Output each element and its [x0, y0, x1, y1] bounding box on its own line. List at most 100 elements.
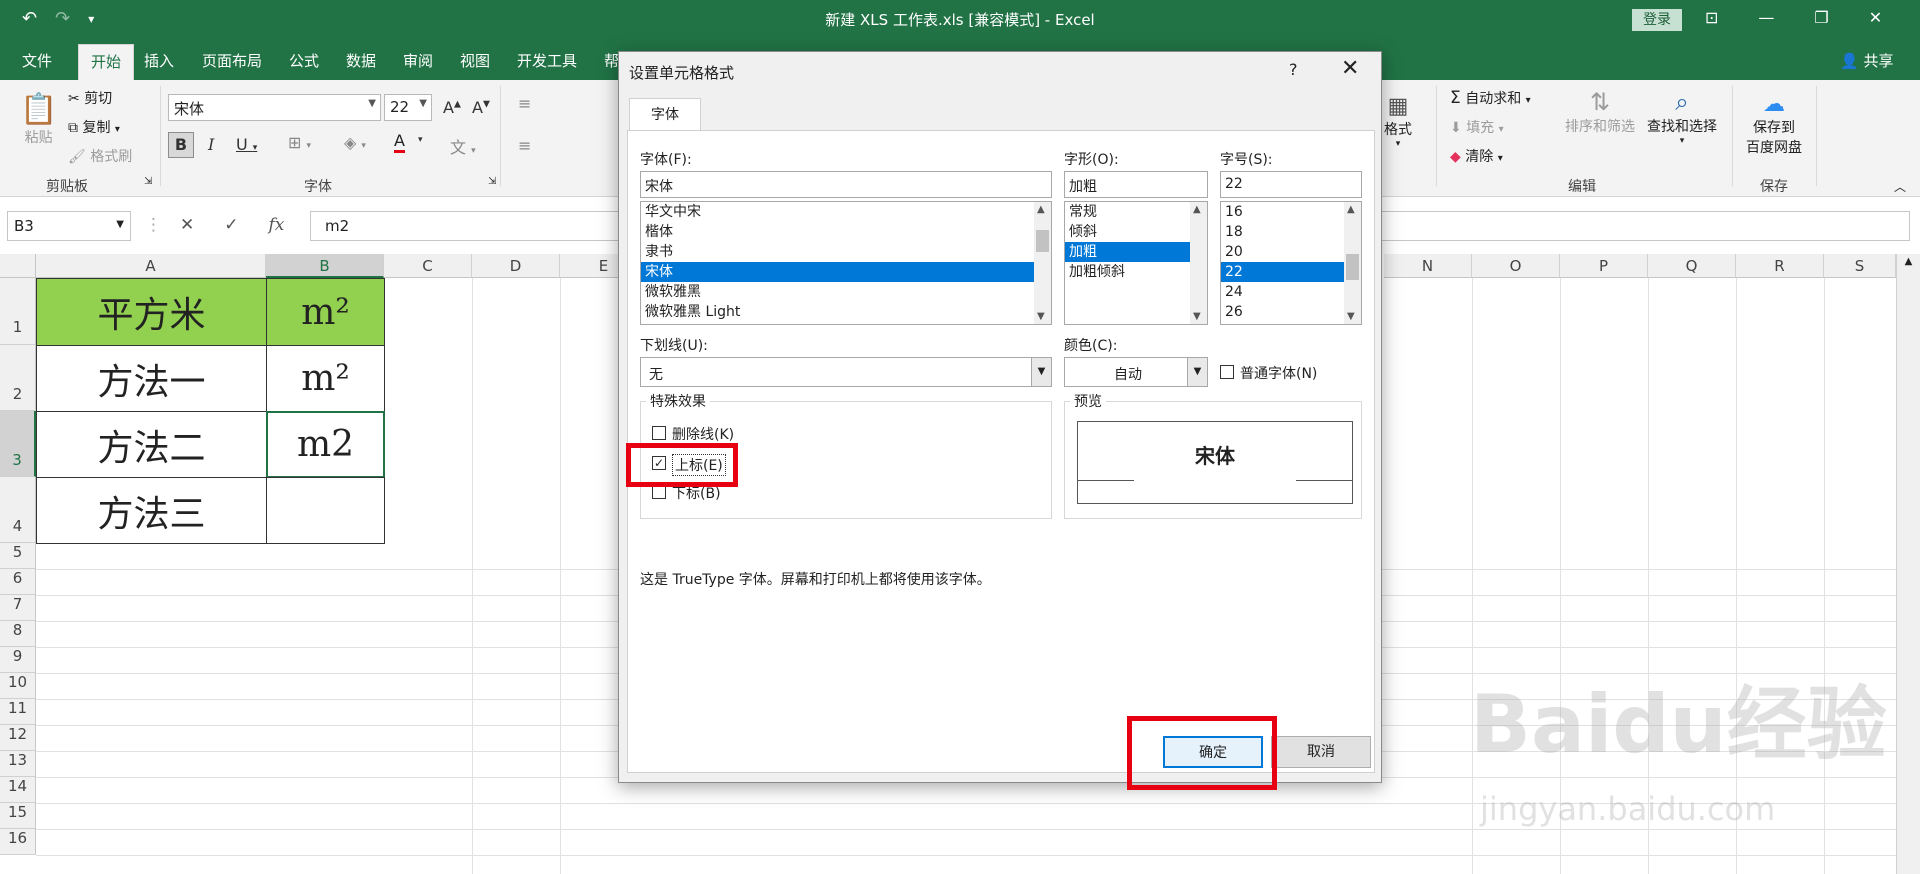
phonetic-icon[interactable]: 文 ▾	[450, 134, 476, 158]
share-button[interactable]: 👤 共享	[1840, 50, 1893, 71]
font-style-field[interactable]: 加粗	[1064, 171, 1208, 198]
row-header[interactable]: 5	[0, 543, 36, 569]
cell-b2[interactable]: m²	[266, 345, 385, 412]
cut-button[interactable]: ✂ 剪切	[68, 88, 112, 108]
column-header[interactable]: Q	[1648, 254, 1736, 278]
minimize-icon[interactable]: —	[1758, 8, 1774, 27]
increase-font-icon[interactable]: A▲	[443, 98, 461, 117]
subscript-checkbox[interactable]	[652, 485, 666, 499]
normal-font-checkbox[interactable]	[1220, 365, 1234, 379]
cancel-button[interactable]: 取消	[1271, 736, 1371, 768]
row-header[interactable]: 7	[0, 595, 36, 621]
font-size-list[interactable]: 16 18 20 22 24 26 ▲ ▼	[1220, 201, 1362, 325]
function-icon[interactable]: fx	[269, 215, 285, 235]
clear-button[interactable]: ◆ 清除 ▾	[1450, 146, 1503, 166]
tab-developer[interactable]: 开发工具	[517, 50, 577, 71]
tab-review[interactable]: 审阅	[403, 50, 433, 71]
cell-a3[interactable]: 方法二	[36, 411, 267, 478]
row-header[interactable]: 12	[0, 725, 36, 751]
tab-formulas[interactable]: 公式	[289, 50, 319, 71]
cell-b4[interactable]	[266, 477, 385, 544]
color-select[interactable]: 自动 ▼	[1064, 357, 1208, 387]
column-header[interactable]: C	[384, 254, 472, 278]
column-header[interactable]: O	[1472, 254, 1560, 278]
list-item[interactable]: 隶书	[641, 242, 1051, 262]
list-item[interactable]: 20	[1221, 242, 1361, 262]
list-item[interactable]: 宋体	[641, 262, 1034, 282]
copy-button[interactable]: ⧉ 复制 ▾	[68, 117, 120, 137]
scroll-down-icon[interactable]: ▼	[1037, 311, 1045, 322]
name-box[interactable]: B3 ▼	[7, 211, 131, 241]
row-header[interactable]: 14	[0, 777, 36, 803]
find-select-button[interactable]: ⌕ 查找和选择 ▾	[1644, 88, 1720, 146]
row-header[interactable]: 13	[0, 751, 36, 777]
list-item[interactable]: 16	[1221, 202, 1361, 222]
decrease-font-icon[interactable]: A▼	[472, 98, 490, 117]
column-header[interactable]: A	[36, 254, 266, 278]
chevron-down-icon[interactable]: ▼	[1187, 358, 1207, 386]
close-icon[interactable]: ✕	[1869, 8, 1882, 27]
collapse-ribbon-icon[interactable]: ︿	[1894, 178, 1906, 195]
bold-icon[interactable]: B	[168, 132, 194, 158]
row-header[interactable]: 4	[0, 477, 36, 543]
align-top-icon[interactable]: ≡	[518, 94, 531, 113]
scroll-up-icon[interactable]: ▲	[1037, 204, 1045, 215]
row-header[interactable]: 6	[0, 569, 36, 595]
scroll-up-icon[interactable]: ▲	[1347, 204, 1355, 215]
chevron-down-icon[interactable]: ▾	[418, 135, 423, 145]
fill-button[interactable]: ⬇ 填充 ▾	[1450, 117, 1504, 137]
list-item[interactable]: 26	[1221, 302, 1361, 322]
column-header[interactable]: R	[1736, 254, 1824, 278]
tab-home[interactable]: 开始	[78, 44, 135, 80]
login-button[interactable]: 登录	[1632, 9, 1682, 31]
underline-icon[interactable]: U ▾	[236, 135, 257, 154]
list-item[interactable]: 24	[1221, 282, 1361, 302]
cell-a4[interactable]: 方法三	[36, 477, 267, 544]
row-header[interactable]: 11	[0, 699, 36, 725]
save-to-baidu-button[interactable]: ☁ 保存到 百度网盘	[1742, 92, 1806, 157]
align-left-icon[interactable]: ≡	[518, 136, 531, 155]
list-item[interactable]: 微软雅黑 Light	[641, 302, 1051, 322]
help-button[interactable]: ?	[1289, 60, 1298, 79]
list-scrollbar[interactable]: ▲ ▼	[1190, 202, 1207, 324]
tab-view[interactable]: 视图	[460, 50, 490, 71]
row-header[interactable]: 16	[0, 829, 36, 855]
tab-file[interactable]: 文件	[22, 50, 52, 71]
list-item[interactable]: 加粗	[1065, 242, 1190, 262]
underline-select[interactable]: 无 ▼	[640, 357, 1052, 387]
list-item[interactable]: 加粗倾斜	[1065, 262, 1207, 282]
column-header[interactable]: N	[1384, 254, 1472, 278]
select-all-corner[interactable]	[0, 254, 36, 278]
list-item[interactable]: 华文中宋	[641, 202, 1051, 222]
font-size-input[interactable]: 22 ▼	[384, 94, 432, 121]
column-header[interactable]: D	[472, 254, 560, 278]
row-header[interactable]: 1	[0, 278, 36, 345]
cell-a2[interactable]: 方法一	[36, 345, 267, 412]
tab-data[interactable]: 数据	[346, 50, 376, 71]
font-name-field[interactable]: 宋体	[640, 171, 1052, 198]
list-item[interactable]: 楷体	[641, 222, 1051, 242]
scroll-down-icon[interactable]: ▼	[1347, 311, 1355, 322]
list-scrollbar[interactable]: ▲ ▼	[1034, 202, 1051, 324]
font-style-list[interactable]: 常规 倾斜 加粗 加粗倾斜 ▲ ▼	[1064, 201, 1208, 325]
autosum-button[interactable]: Σ 自动求和 ▾	[1450, 88, 1531, 108]
list-item[interactable]: 18	[1221, 222, 1361, 242]
cell-b3[interactable]: m2	[266, 411, 385, 478]
fill-color-icon[interactable]: ◈ ▾	[344, 133, 366, 152]
cell-a1[interactable]: 平方米	[36, 278, 267, 346]
enter-icon[interactable]: ✓	[224, 215, 238, 235]
row-header[interactable]: 15	[0, 803, 36, 829]
tab-page-layout[interactable]: 页面布局	[202, 50, 262, 71]
column-header[interactable]: P	[1560, 254, 1648, 278]
format-painter-button[interactable]: 🖌 格式刷	[68, 146, 132, 166]
row-header[interactable]: 9	[0, 647, 36, 673]
tab-help[interactable]: 帮	[604, 50, 619, 71]
chevron-down-icon[interactable]: ▼	[368, 98, 376, 109]
font-size-field[interactable]: 22	[1220, 171, 1362, 198]
scroll-thumb[interactable]	[1036, 230, 1049, 252]
italic-icon[interactable]: I	[208, 135, 214, 154]
list-item[interactable]: 微软雅黑	[641, 282, 1051, 302]
list-scrollbar[interactable]: ▲ ▼	[1344, 202, 1361, 324]
strikethrough-checkbox[interactable]	[652, 426, 666, 440]
scroll-up-icon[interactable]: ▲	[1193, 204, 1201, 215]
